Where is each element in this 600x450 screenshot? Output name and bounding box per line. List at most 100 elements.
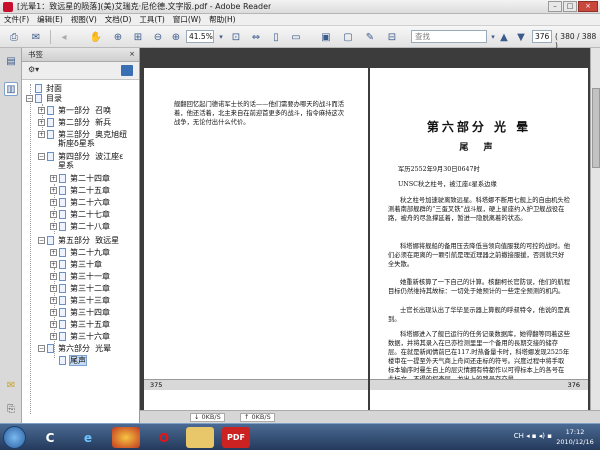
expand-icon[interactable]: + [50,261,57,268]
bookmark-item[interactable]: + 第三十章 [50,260,102,269]
two-page-icon[interactable]: ▭ [288,29,304,45]
bookmark-item[interactable]: + 第三十五章 [50,320,110,329]
bookmark-icon [59,222,66,231]
menu-tools[interactable]: 工具(T) [135,14,168,25]
collapse-icon[interactable]: − [38,345,45,352]
menu-window[interactable]: 窗口(W) [169,14,205,25]
menu-help[interactable]: 帮助(H) [205,14,240,25]
hand-tool-icon[interactable]: ✋ [88,29,104,45]
vertical-scrollbar[interactable] [590,48,600,410]
fit-page-icon[interactable]: ⊡ [228,29,244,45]
zoom-in-icon[interactable]: ⊕ [168,29,184,45]
bookmark-item[interactable]: + 第三十一章 [50,272,110,281]
fit-width-icon[interactable]: ⇔ [248,29,264,45]
c-app-icon[interactable]: C [36,427,64,448]
marquee-zoom-icon[interactable]: ⊞ [130,29,146,45]
paragraph: 她重新核算了一下自己的计算。核翻柯长官防误，他们的航程目标仍然维持其故标：一切处… [388,279,571,295]
options-icon[interactable]: ⚙▾ [28,65,39,74]
menu-bar: 文件(F) 编辑(E) 视图(V) 文档(D) 工具(T) 窗口(W) 帮助(H… [0,14,600,26]
opera-icon[interactable]: O [150,427,178,448]
expand-icon[interactable]: + [50,309,57,316]
adobe-reader-taskbar-icon[interactable]: PDF [222,427,250,448]
menu-edit[interactable]: 编辑(E) [33,14,67,25]
expand-icon[interactable]: + [50,333,57,340]
expand-icon[interactable]: + [50,187,57,194]
maximize-button[interactable]: □ [563,1,577,12]
bookmark-item[interactable]: + 第三十六章 [50,332,110,341]
zoom-dropdown-icon[interactable]: ▾ [216,29,226,45]
zoom-out-icon[interactable]: ⊖ [150,29,166,45]
collapse-icon[interactable]: − [38,153,45,160]
read-mode-icon[interactable]: ⊟ [384,29,400,45]
previous-page-icon[interactable]: ▲ [496,29,512,45]
taskbar: C e O PDF CH ◂ ▪ ◂) ▪ 17:12 2010/12/16 [0,423,600,450]
bookmark-item[interactable]: + 第三十四章 [50,308,110,317]
expand-icon[interactable]: + [50,175,57,182]
attachments-panel-icon[interactable]: ⎘ [4,402,18,416]
bookmark-item[interactable]: + 第三十三章 [50,296,110,305]
bookmark-item[interactable]: + 第二十四章 [50,174,110,183]
bookmarks-panel-icon[interactable]: ▥ [4,82,18,96]
pdf-page-375: 舰翻回忆起门德诺军士长的话——他们需要办哪天的战斗而活着，他还活着，北主来自在前… [144,68,368,410]
expand-icon[interactable]: + [50,321,57,328]
expand-icon[interactable]: + [50,273,57,280]
print-icon[interactable]: ⎙ [6,29,22,45]
comment-icon[interactable]: ▢ [340,29,356,45]
explorer-folder-icon[interactable] [186,427,214,448]
expand-icon[interactable]: + [38,119,45,126]
bookmark-tree: 封面 − 目录 + 第一部分 召唤 + 第二部分 新兵 + 第三部分 奥克旭纽 斯座δ星… [22,80,140,423]
scrollbar-thumb[interactable] [592,88,600,168]
expand-icon[interactable]: + [50,285,57,292]
menu-view[interactable]: 视图(V) [67,14,101,25]
close-button[interactable]: × [578,1,598,12]
document-view[interactable]: 舰翻回忆起门德诺军士长的话——他们需要办哪天的战斗而活着，他还活着，北主来自在前… [140,48,600,410]
system-tray[interactable]: CH ◂ ▪ ◂) ▪ [514,432,552,440]
expand-icon[interactable]: + [50,297,57,304]
menu-document[interactable]: 文档(D) [101,14,136,25]
bookmark-item[interactable]: + 第二部分 新兵 [38,118,111,127]
zoom-input[interactable]: 41.5% [186,30,214,43]
page-number-input[interactable]: 376 [532,30,552,43]
bookmark-item-selected[interactable]: 尾声 [59,355,87,366]
next-page-icon[interactable]: ▼ [513,29,529,45]
internet-explorer-icon[interactable]: e [74,427,102,448]
expand-icon[interactable]: + [50,223,57,230]
search-input[interactable]: 查找 [411,30,487,43]
start-button[interactable] [3,426,26,449]
bookmark-item[interactable]: − 第四部分 波江座ε 星系 [38,152,123,170]
expand-icon[interactable]: + [50,249,57,256]
zoom-tool-icon[interactable]: ⊕ [110,29,126,45]
bookmark-item[interactable]: + 第三部分 奥克旭纽 斯座δ星系 [38,130,127,148]
minimize-button[interactable]: – [548,1,562,12]
expand-icon[interactable]: + [50,199,57,206]
bookmark-item[interactable]: + 第二十九章 [50,248,110,257]
pages-panel-icon[interactable]: ▤ [4,54,18,68]
bookmark-item[interactable]: + 第二十六章 [50,198,110,207]
expand-icon[interactable]: + [38,107,45,114]
bookmark-item[interactable]: 封面 [35,84,62,93]
collapse-icon[interactable]: − [38,237,45,244]
clock[interactable]: 17:12 2010/12/16 [554,427,596,447]
snapshot-icon[interactable]: ▣ [318,29,334,45]
close-panel-icon[interactable]: × [129,48,135,61]
single-page-icon[interactable]: ▯ [268,29,284,45]
expand-icon[interactable]: + [38,131,45,138]
bookmark-menu-icon[interactable] [121,65,133,76]
bookmark-item[interactable]: + 第二十五章 [50,186,110,195]
bookmark-item[interactable]: + 第二十七章 [50,210,110,219]
media-app-icon[interactable] [112,427,140,448]
menu-file[interactable]: 文件(F) [0,14,33,25]
bookmark-item[interactable]: − 第六部分 光晕 [38,344,111,353]
back-icon[interactable]: ◂ [56,29,72,45]
expand-icon[interactable]: + [50,211,57,218]
bookmark-item[interactable]: − 第五部分 致远星 [38,236,119,245]
bookmark-item[interactable]: − 目录 [26,94,62,103]
sign-icon[interactable]: ✎ [362,29,378,45]
comments-panel-icon[interactable]: ✉ [4,378,18,392]
share-icon[interactable]: ✉ [28,29,44,45]
bookmark-icon [59,296,66,305]
collapse-icon[interactable]: − [26,95,33,102]
bookmark-item[interactable]: + 第二十八章 [50,222,110,231]
bookmark-item[interactable]: + 第三十二章 [50,284,110,293]
bookmark-item[interactable]: + 第一部分 召唤 [38,106,111,115]
